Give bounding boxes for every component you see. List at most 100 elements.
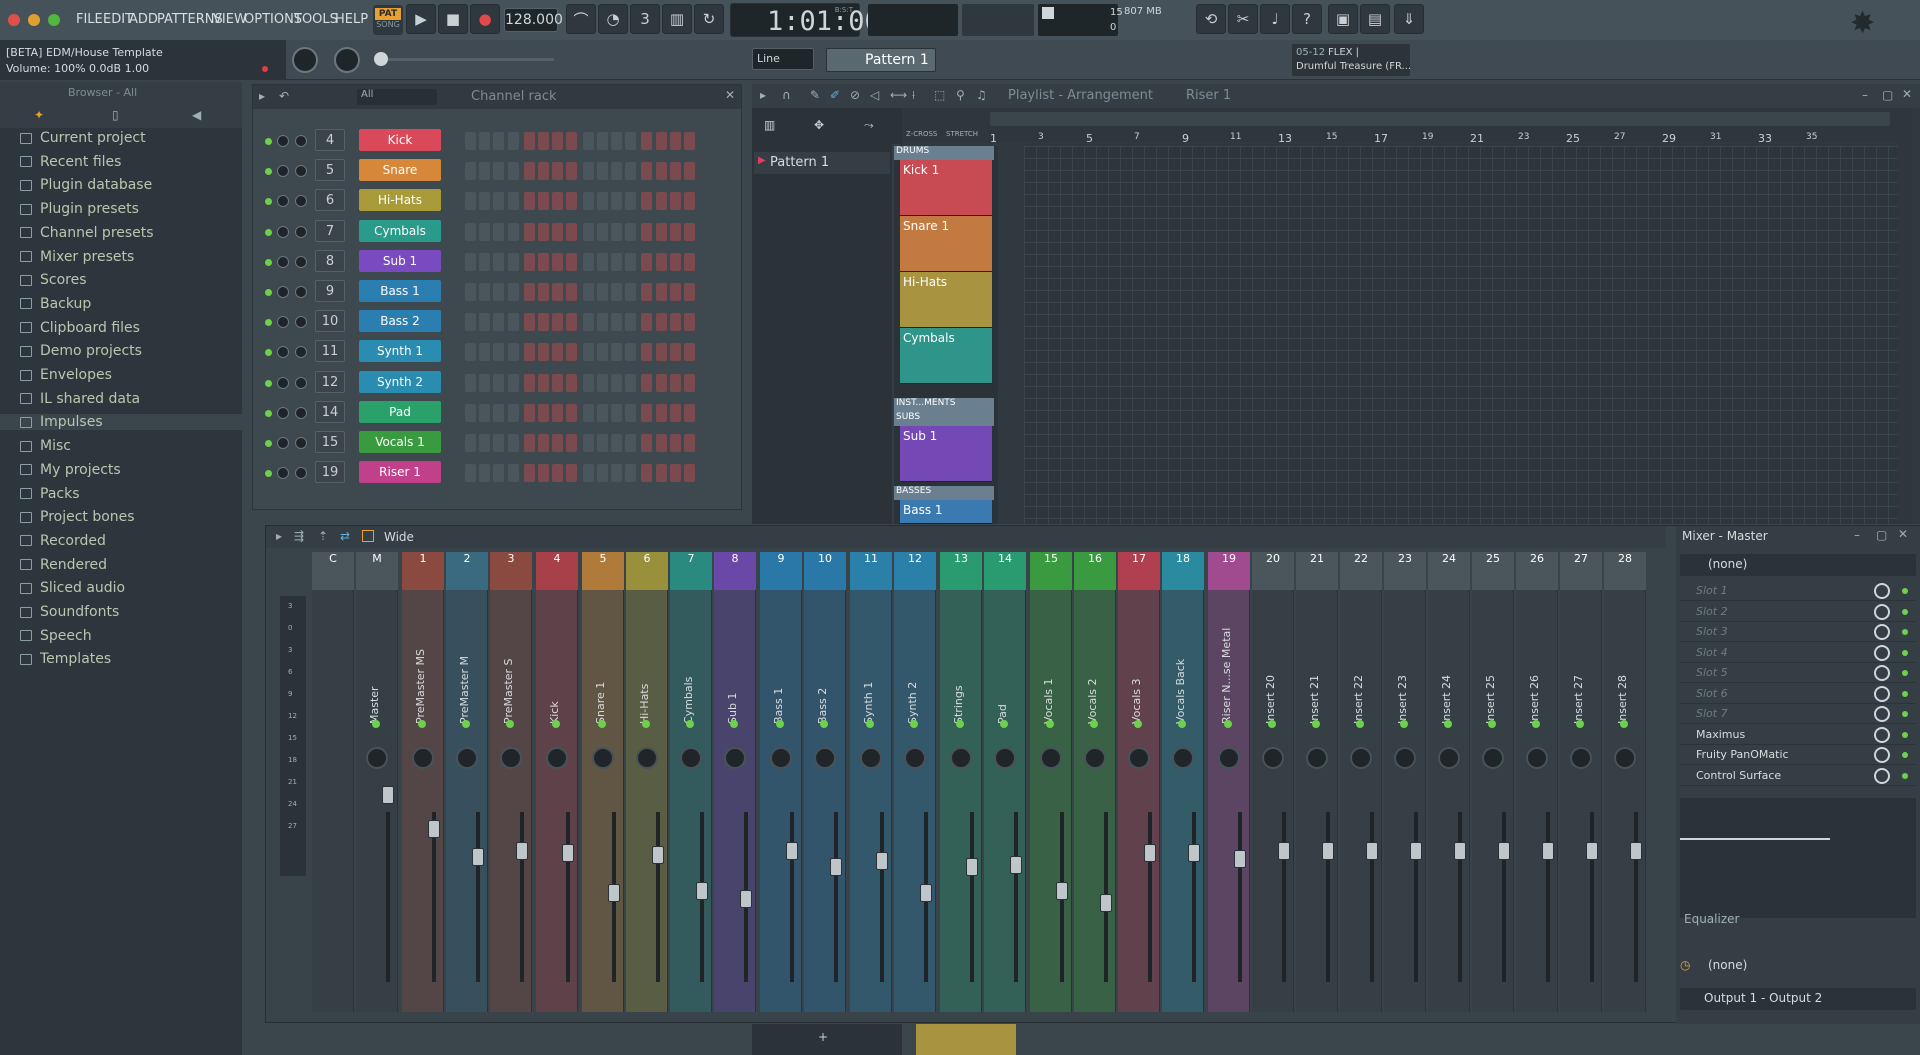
step-button[interactable]	[596, 464, 608, 483]
slot-enable-led[interactable]	[1902, 752, 1908, 758]
step-button[interactable]	[669, 252, 681, 271]
slot-enable-led[interactable]	[1902, 649, 1908, 656]
step-button[interactable]	[507, 313, 519, 332]
step-button[interactable]	[465, 373, 476, 392]
browser-item[interactable]: Plugin presets	[20, 201, 139, 217]
step-button[interactable]	[641, 434, 653, 452]
mixer-strip[interactable]: 1 PreMaster MS	[402, 552, 444, 1012]
slot-enable-led[interactable]	[1902, 588, 1908, 594]
step-button[interactable]	[552, 132, 564, 150]
channel-pan-knob[interactable]	[277, 376, 289, 389]
step-button[interactable]	[611, 132, 622, 150]
step-button[interactable]	[625, 192, 637, 211]
channel-mixer-track[interactable]: 15	[315, 431, 345, 453]
eq-panel[interactable]	[1680, 798, 1916, 918]
step-button[interactable]	[669, 464, 681, 483]
mixer-strip[interactable]: 19 Riser N...se Metal	[1208, 552, 1250, 1012]
step-button[interactable]	[523, 132, 535, 150]
step-button[interactable]	[507, 252, 519, 271]
channel-pan-knob[interactable]	[277, 286, 289, 298]
input-select[interactable]: (none)	[1680, 554, 1916, 576]
step-button[interactable]	[493, 283, 505, 301]
channel-pan-knob[interactable]	[277, 316, 289, 329]
effect-slot[interactable]: Slot 7	[1680, 705, 1916, 724]
slot-mix-knob[interactable]	[1874, 767, 1890, 784]
step-button[interactable]	[596, 283, 608, 301]
step-button[interactable]	[552, 403, 564, 422]
step-button[interactable]	[552, 283, 564, 301]
mixer-strip[interactable]: 16 Vocals 2	[1074, 552, 1116, 1012]
record-button[interactable]: ●	[470, 4, 500, 34]
step-button[interactable]	[566, 343, 578, 362]
strip-pan-knob[interactable]	[950, 747, 972, 769]
channel-mixer-track[interactable]: 7	[315, 219, 345, 242]
play-button[interactable]: ▶	[406, 4, 436, 34]
step-button[interactable]	[552, 192, 564, 211]
strip-pan-knob[interactable]	[592, 747, 614, 769]
undo-icon[interactable]: ↶	[279, 89, 289, 103]
strip-enable-led[interactable]	[552, 720, 560, 728]
step-button[interactable]	[655, 464, 667, 483]
step-button[interactable]	[538, 252, 549, 271]
strip-pan-knob[interactable]	[1438, 747, 1460, 769]
step-button[interactable]	[566, 252, 578, 271]
step-button[interactable]	[641, 343, 653, 362]
step-button[interactable]	[655, 434, 667, 452]
channel-button[interactable]: Cymbals	[359, 219, 441, 242]
strip-pan-knob[interactable]	[1262, 747, 1284, 769]
slot-mix-knob[interactable]	[1874, 644, 1890, 661]
step-button[interactable]	[552, 252, 564, 271]
paint-icon[interactable]: ✐	[830, 88, 840, 102]
step-button[interactable]	[507, 434, 519, 452]
browser-item[interactable]: Mixer presets	[20, 249, 134, 265]
step-button[interactable]	[493, 162, 505, 181]
curve-icon[interactable]: ⤳	[864, 118, 874, 133]
slot-mix-knob[interactable]	[1874, 603, 1890, 620]
step-button[interactable]	[655, 283, 667, 301]
step-button[interactable]	[507, 132, 519, 150]
step-button[interactable]	[465, 283, 476, 301]
step-button[interactable]	[523, 343, 535, 362]
step-button[interactable]	[582, 434, 594, 452]
step-button[interactable]	[523, 313, 535, 332]
strip-pan-knob[interactable]	[366, 747, 388, 769]
close-icon[interactable]: ✕	[725, 88, 735, 102]
volume-fader[interactable]	[1278, 842, 1290, 860]
channel-mute-led[interactable]	[265, 138, 272, 145]
channel-volume-knob[interactable]	[295, 467, 307, 480]
step-button[interactable]	[479, 373, 491, 392]
browser-item[interactable]: Demo projects	[20, 343, 142, 359]
channel-mute-led[interactable]	[265, 470, 272, 478]
step-button[interactable]	[611, 343, 622, 362]
channel-volume-knob[interactable]	[295, 376, 307, 389]
step-button[interactable]	[641, 373, 653, 392]
channel-volume-knob[interactable]	[295, 135, 307, 147]
mixer-strip[interactable]: 23 Insert 23	[1384, 552, 1426, 1012]
minimize-window-icon[interactable]	[28, 14, 40, 26]
browser-item[interactable]: Sliced audio	[20, 580, 125, 596]
mixer-strip[interactable]: 21 Insert 21	[1296, 552, 1338, 1012]
loop-record-button[interactable]: ↻	[694, 4, 724, 34]
volume-fader[interactable]	[966, 858, 978, 876]
channel-volume-knob[interactable]	[295, 316, 307, 329]
track-clip[interactable]: Cymbals	[900, 328, 992, 384]
step-button[interactable]	[611, 403, 622, 422]
mixer-strip[interactable]: 5 Snare 1	[582, 552, 624, 1012]
route-icon[interactable]: ⇶	[294, 529, 304, 543]
mixer-strip[interactable]: C	[312, 552, 354, 1012]
channel-volume-knob[interactable]	[295, 286, 307, 298]
volume-fader[interactable]	[920, 884, 932, 902]
step-button[interactable]	[611, 192, 622, 211]
volume-fader[interactable]	[1410, 842, 1422, 860]
strip-enable-led[interactable]	[1620, 720, 1628, 728]
strip-pan-knob[interactable]	[546, 747, 568, 769]
track-clip[interactable]: Hi-Hats	[900, 272, 992, 328]
maximize-icon[interactable]: ▢	[1876, 528, 1887, 542]
volume-fader[interactable]	[428, 820, 440, 838]
step-button[interactable]	[566, 132, 578, 150]
step-button[interactable]	[611, 313, 622, 332]
menu-add[interactable]: ADD	[129, 12, 158, 27]
volume-fader[interactable]	[696, 882, 708, 900]
close-icon[interactable]: ✕	[1902, 87, 1912, 101]
step-button[interactable]	[684, 434, 695, 452]
